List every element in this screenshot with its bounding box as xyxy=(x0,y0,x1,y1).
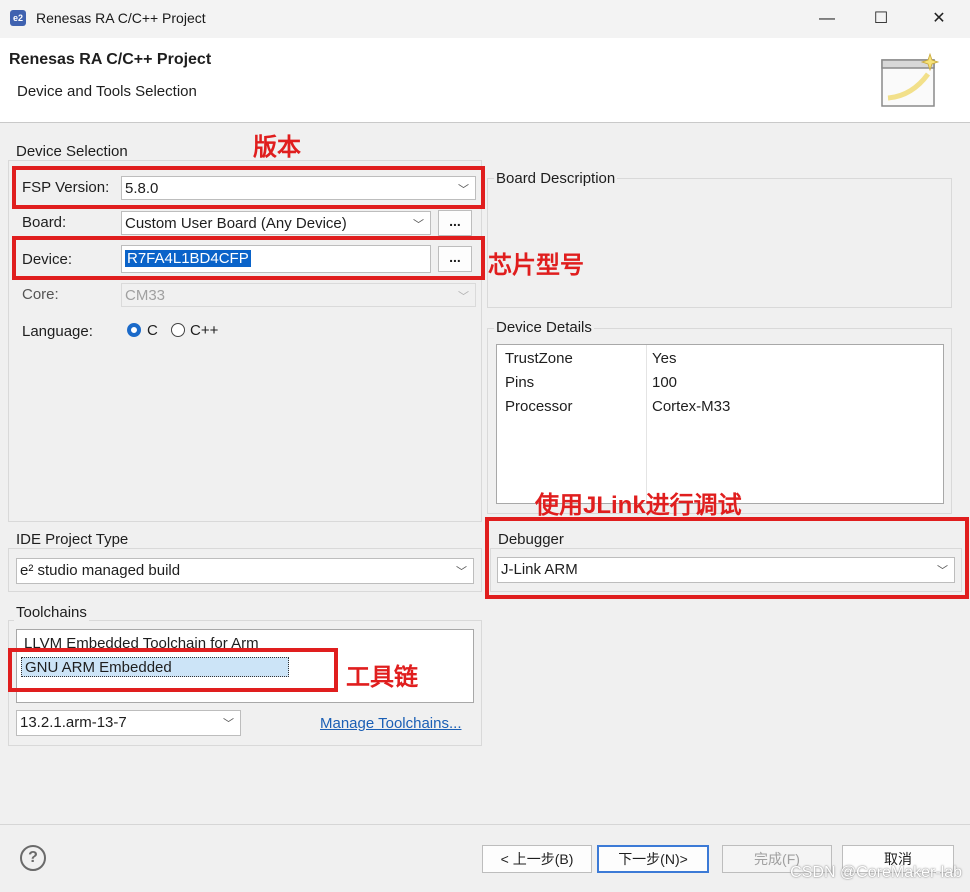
core-value: CM33 xyxy=(125,287,166,304)
detail-key: Processor xyxy=(505,398,573,415)
toolchains-label: Toolchains xyxy=(14,604,89,621)
manage-toolchains-link[interactable]: Manage Toolchains... xyxy=(320,715,461,732)
language-c-radio[interactable] xyxy=(127,323,141,337)
language-cpp-radio[interactable] xyxy=(171,323,185,337)
board-description-label: Board Description xyxy=(494,170,618,187)
window-title-bar: e2 Renesas RA C/C++ Project — ☐ ✕ xyxy=(0,0,970,38)
detail-value: Yes xyxy=(652,350,677,367)
back-button[interactable]: < 上一步(B) xyxy=(482,845,592,873)
core-combo: CM33 ﹀ xyxy=(121,283,476,307)
wizard-banner-icon xyxy=(881,52,940,107)
maximize-button[interactable]: ☐ xyxy=(854,0,908,38)
board-description-group xyxy=(487,178,952,308)
close-button[interactable]: ✕ xyxy=(912,0,966,38)
toolchain-version-combo[interactable]: 13.2.1.arm-13-7 ﹀ xyxy=(16,710,241,736)
wizard-subtitle: Device and Tools Selection xyxy=(17,83,197,100)
detail-value: Cortex-M33 xyxy=(652,398,731,415)
device-details-label: Device Details xyxy=(494,319,594,336)
device-selection-label: Device Selection xyxy=(14,143,130,160)
watermark: CSDN @CoreMaker-lab xyxy=(790,864,962,881)
board-label: Board: xyxy=(22,214,67,231)
annotation-box-toolchain xyxy=(8,648,338,692)
detail-value: 100 xyxy=(652,374,678,391)
board-browse-button[interactable]: ... xyxy=(438,210,472,236)
annotation-box-device xyxy=(12,236,485,280)
chevron-down-icon: ﹀ xyxy=(458,291,469,303)
language-cpp-label[interactable]: C++ xyxy=(190,322,218,339)
core-label: Core: xyxy=(22,286,59,303)
device-details-table: TrustZone Yes Pins 100 Processor Cortex-… xyxy=(496,344,944,504)
annotation-version: 版本 xyxy=(253,134,301,161)
annotation-box-fsp xyxy=(12,166,485,209)
ide-project-type-value: e² studio managed build xyxy=(20,562,181,579)
annotation-chip-model: 芯片型号 xyxy=(488,252,584,279)
annotation-debug-jlink: 使用JLink进行调试 xyxy=(535,492,742,519)
annotation-box-debugger xyxy=(485,517,969,599)
toolchain-version-value: 13.2.1.arm-13-7 xyxy=(20,714,127,731)
chevron-down-icon: ﹀ xyxy=(456,566,467,578)
ide-project-type-combo[interactable]: e² studio managed build ﹀ xyxy=(16,558,474,584)
window-title: Renesas RA C/C++ Project xyxy=(36,10,206,26)
board-combo[interactable]: Custom User Board (Any Device) ﹀ xyxy=(121,211,431,235)
detail-key: Pins xyxy=(505,374,535,391)
detail-key: TrustZone xyxy=(505,350,573,367)
ide-project-type-label: IDE Project Type xyxy=(14,531,131,548)
minimize-button[interactable]: — xyxy=(800,0,854,38)
language-c-label[interactable]: C xyxy=(147,322,158,339)
app-icon: e2 xyxy=(10,10,26,26)
column-divider xyxy=(646,345,647,503)
language-label: Language: xyxy=(22,323,93,340)
next-button[interactable]: 下一步(N)> xyxy=(597,845,709,873)
chevron-down-icon: ﹀ xyxy=(223,718,234,730)
footer-divider xyxy=(0,824,970,825)
wizard-header: Renesas RA C/C++ Project Device and Tool… xyxy=(0,38,970,123)
help-icon[interactable]: ? xyxy=(20,845,46,871)
wizard-title: Renesas RA C/C++ Project xyxy=(9,51,212,68)
chevron-down-icon: ﹀ xyxy=(413,219,424,231)
board-value: Custom User Board (Any Device) xyxy=(125,215,347,232)
annotation-toolchain: 工具链 xyxy=(346,664,418,691)
